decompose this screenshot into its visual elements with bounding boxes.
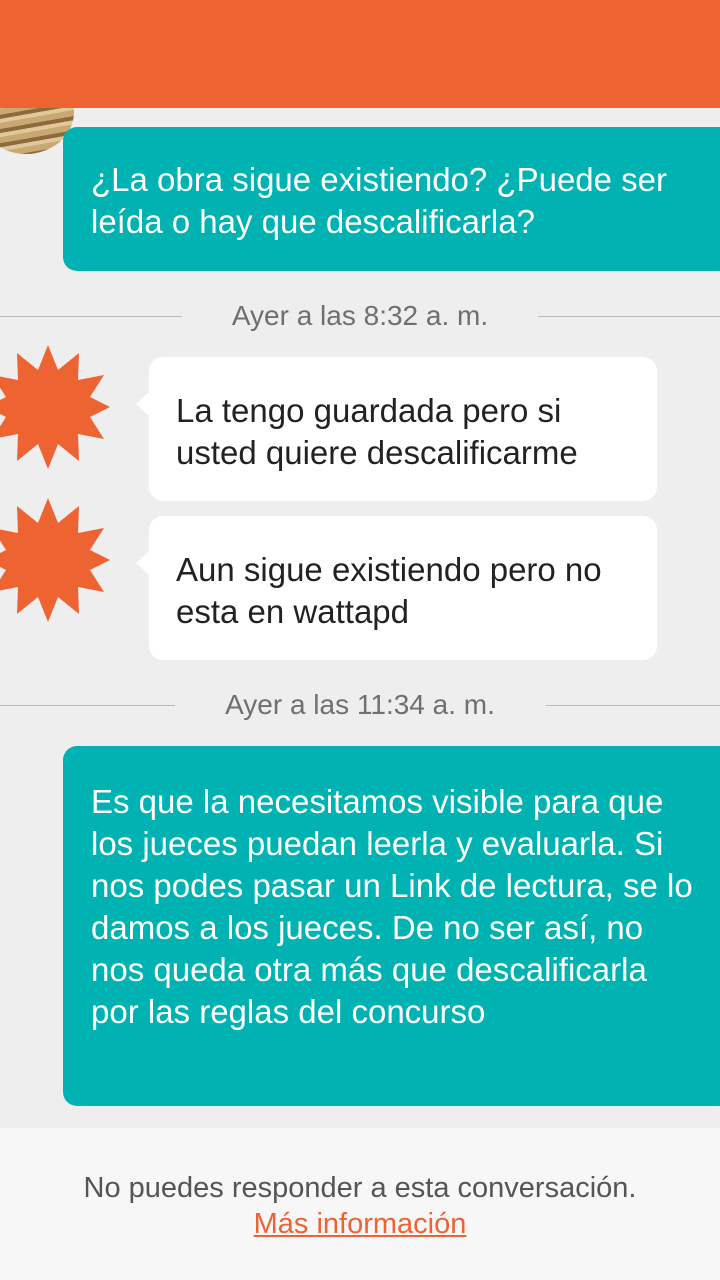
message-received: La tengo guardada pero si usted quiere d… xyxy=(136,357,657,501)
message-sent: Es que la necesitamos visible para que l… xyxy=(63,746,720,1106)
message-text: Aun sigue existiendo pero no esta en wat… xyxy=(176,551,602,630)
top-app-bar xyxy=(0,0,720,108)
message-received: Aun sigue existiendo pero no esta en wat… xyxy=(136,516,657,660)
timestamp-label: Ayer a las 8:32 a. m. xyxy=(231,300,489,331)
more-info-link[interactable]: Más información xyxy=(254,1206,467,1242)
timestamp-label: Ayer a las 11:34 a. m. xyxy=(225,689,495,720)
message-text: Es que la necesitamos visible para que l… xyxy=(91,783,693,1030)
avatar-icon[interactable] xyxy=(0,345,110,469)
timestamp-separator: Ayer a las 11:34 a. m. xyxy=(0,685,720,725)
reply-disabled-notice: No puedes responder a esta conversación. xyxy=(83,1172,637,1204)
message-sent: ¿La obra sigue existiendo? ¿Puede ser le… xyxy=(63,127,720,271)
message-text: ¿La obra sigue existiendo? ¿Puede ser le… xyxy=(91,161,668,240)
reply-disabled-footer: No puedes responder a esta conversación.… xyxy=(0,1128,720,1280)
avatar-icon[interactable] xyxy=(0,498,110,622)
timestamp-separator: Ayer a las 8:32 a. m. xyxy=(0,296,720,336)
message-text: La tengo guardada pero si usted quiere d… xyxy=(176,392,578,471)
